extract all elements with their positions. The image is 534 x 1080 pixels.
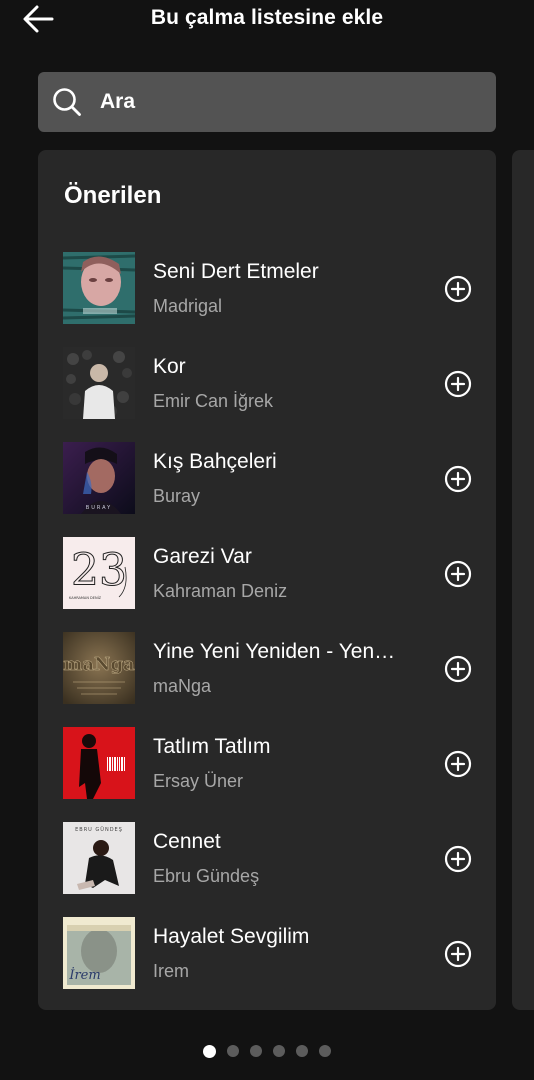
cover-text: maNga [63, 654, 135, 675]
album-cover: BURAY [63, 442, 135, 514]
cover-text: KAHRAMAN DENİZ [69, 595, 102, 600]
track-artist: Buray [153, 486, 201, 506]
track-artist: Ersay Üner [153, 771, 244, 791]
album-cover [63, 252, 135, 324]
track-row[interactable]: 23 KAHRAMAN DENİZ Garezi Var Kahraman De… [38, 535, 496, 630]
track-artist: Kahraman Deniz [153, 581, 288, 601]
add-circle-icon[interactable] [443, 844, 473, 874]
track-row[interactable]: BURAY Kış Bahçeleri Buray [38, 440, 496, 535]
track-title: Garezi Var [153, 545, 252, 568]
track-artist: maNga [153, 676, 212, 696]
album-cover [63, 347, 135, 419]
track-title: Kış Bahçeleri [153, 450, 277, 473]
next-card-peek[interactable] [512, 150, 534, 1010]
track-row[interactable]: İrem Hayalet Sevgilim Irem [38, 915, 496, 1010]
track-title: Kor [153, 355, 186, 378]
track-row[interactable]: EBRU GÜNDEŞ Cennet Ebru Gündeş [38, 820, 496, 915]
cover-text: 23 [71, 545, 127, 596]
page-dot[interactable] [273, 1045, 285, 1057]
add-circle-icon[interactable] [443, 939, 473, 969]
cover-text: İrem [68, 966, 100, 983]
section-title: Önerilen [64, 182, 162, 209]
track-title: Cennet [153, 830, 221, 853]
page-dot[interactable] [227, 1045, 239, 1057]
add-circle-icon[interactable] [443, 559, 473, 589]
cover-text: BURAY [86, 505, 112, 511]
page-indicator [0, 1044, 534, 1058]
search-placeholder: Ara [100, 90, 136, 113]
add-circle-icon[interactable] [443, 369, 473, 399]
track-artist: Madrigal [153, 296, 223, 316]
page-title: Bu çalma listesine ekle [150, 6, 384, 29]
page-dot[interactable] [203, 1044, 216, 1058]
cover-text: EBRU GÜNDEŞ [75, 826, 123, 833]
add-circle-icon[interactable] [443, 749, 473, 779]
page-dot[interactable] [250, 1045, 262, 1057]
page-dot[interactable] [296, 1045, 308, 1057]
album-cover: maNga [63, 632, 135, 704]
track-artist: Ebru Gündeş [153, 866, 260, 886]
add-circle-icon[interactable] [443, 464, 473, 494]
suggested-card: Önerilen Seni Dert Etmeler Madrigal Kor … [38, 150, 496, 1010]
track-title: Tatlım Tatlım [153, 735, 271, 758]
search-input[interactable]: Ara [38, 72, 496, 132]
album-cover: 23 KAHRAMAN DENİZ [63, 537, 135, 609]
track-row[interactable]: maNga Yine Yeni Yeniden - Yen… maNga [38, 630, 496, 725]
track-title: Seni Dert Etmeler [153, 260, 319, 283]
top-bar: Bu çalma listesine ekle [0, 0, 534, 40]
album-cover [63, 727, 135, 799]
track-artist: Irem [153, 961, 189, 981]
track-title: Hayalet Sevgilim [153, 925, 310, 948]
track-row[interactable]: Kor Emir Can İğrek [38, 345, 496, 440]
page-dot[interactable] [319, 1045, 331, 1057]
track-title: Yine Yeni Yeniden - Yen… [153, 640, 396, 663]
track-artist: Emir Can İğrek [153, 391, 274, 411]
add-circle-icon[interactable] [443, 274, 473, 304]
track-list: Seni Dert Etmeler Madrigal Kor Emir Can … [38, 250, 496, 1010]
album-cover: İrem [63, 917, 135, 989]
track-row[interactable]: Tatlım Tatlım Ersay Üner [38, 725, 496, 820]
track-row[interactable]: Seni Dert Etmeler Madrigal [38, 250, 496, 345]
add-circle-icon[interactable] [443, 654, 473, 684]
album-cover: EBRU GÜNDEŞ [63, 822, 135, 894]
search-icon [53, 88, 81, 116]
